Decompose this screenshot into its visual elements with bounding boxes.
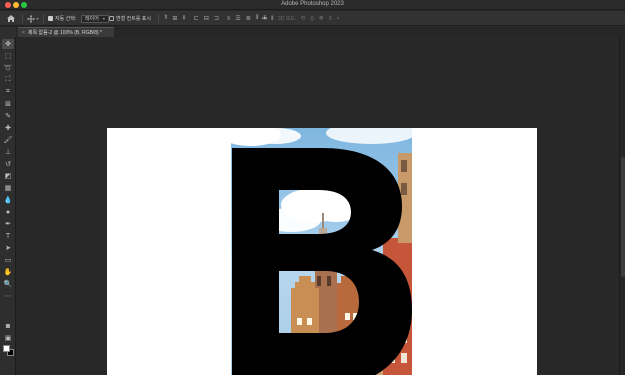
brush-tool-icon[interactable]: 🖌 (2, 135, 14, 145)
3d-slide-icon[interactable]: ⇕ (328, 15, 333, 22)
3d-roll-icon[interactable]: ◎ (309, 15, 314, 22)
align-right-icon[interactable]: ⊐ (214, 15, 219, 22)
3d-scale-icon[interactable]: ▪ (337, 16, 339, 22)
dodge-tool-icon[interactable]: ● (2, 207, 14, 217)
3d-pan-icon[interactable]: ✥ (319, 15, 324, 22)
close-tab-icon[interactable]: × (22, 30, 25, 36)
blur-tool-icon[interactable]: 💧 (2, 195, 14, 205)
chevron-down-icon: ▾ (36, 16, 39, 21)
eraser-tool-icon[interactable]: ◩ (2, 171, 14, 181)
distribute-vertical-icon[interactable]: ☰ (235, 15, 240, 22)
chevron-down-icon: ▾ (102, 16, 105, 21)
options-bar: ▾ 자동 선택: 레이어 ▾ 변형 컨트롤 표시 ⫪ ⊞ ⫫ ⊏ ⊟ ⊐ ≡ ☰… (0, 11, 625, 26)
auto-select-label: 자동 선택: (55, 16, 77, 22)
document-canvas[interactable] (107, 128, 537, 375)
distribute-right-icon[interactable]: ‖ (271, 16, 273, 22)
show-transform-checkbox[interactable] (109, 16, 114, 21)
align-buttons: ⫪ ⊞ ⫫ ⊏ ⊟ ⊐ ≡ ☰ ≣ ⫴ ⫵ ‖ (164, 11, 274, 26)
foreground-color-swatch[interactable] (3, 345, 10, 352)
app-title: Adobe Photoshop 2023 (281, 1, 344, 7)
crop-tool-icon[interactable]: ⌗ (2, 87, 14, 97)
home-icon[interactable] (5, 11, 17, 26)
eyedropper-tool-icon[interactable]: ✎ (2, 111, 14, 121)
toolbar-grip[interactable] (0, 27, 16, 37)
auto-select-option[interactable]: 자동 선택: (48, 11, 76, 26)
gradient-tool-icon[interactable]: ▦ (2, 183, 14, 193)
auto-select-dropdown[interactable]: 레이어 ▾ (81, 14, 109, 23)
3d-mode-group: 3D 모드: ⟲ ◎ ✥ ⇕ ▪ (278, 11, 339, 26)
letter-b-shape (232, 148, 412, 375)
type-tool-icon[interactable]: T (2, 231, 14, 241)
object-select-tool-icon[interactable]: ⛶ (2, 75, 14, 85)
quick-mask-icon[interactable]: ◙ (2, 321, 14, 331)
3d-mode-label: 3D 모드: (278, 16, 297, 22)
auto-select-value: 레이어 (85, 16, 99, 22)
screen-mode-icon[interactable]: ▣ (2, 333, 14, 343)
distribute-bottom-icon[interactable]: ≣ (246, 15, 251, 22)
move-tool-icon[interactable]: ✥ (2, 39, 14, 49)
frame-tool-icon[interactable]: ⊠ (2, 99, 14, 109)
scrollbar-thumb[interactable] (621, 157, 625, 277)
healing-brush-tool-icon[interactable]: ✚ (2, 123, 14, 133)
history-brush-tool-icon[interactable]: ↺ (2, 159, 14, 169)
move-tool-preset-icon[interactable]: ▾ (27, 11, 39, 26)
align-top-icon[interactable]: ⫪ (164, 15, 167, 22)
marquee-tool-icon[interactable]: ⬚ (2, 51, 14, 61)
title-bar: Adobe Photoshop 2023 (0, 0, 625, 10)
more-tools-icon[interactable]: ⋯ (2, 291, 14, 301)
more-options-button[interactable]: ••• (262, 11, 267, 26)
distribute-left-icon[interactable]: ⫴ (256, 15, 259, 22)
auto-select-checkbox[interactable] (48, 16, 53, 21)
3d-rotate-icon[interactable]: ⟲ (300, 15, 305, 22)
document-tab-bar: × 제목 없음-2 @ 100% (B, RGB/8) * (18, 27, 625, 37)
more-options-label: ••• (262, 15, 268, 22)
document-tab-label: 제목 없음-2 @ 100% (B, RGB/8) * (27, 30, 102, 36)
pen-tool-icon[interactable]: ✒ (2, 219, 14, 229)
distribute-top-icon[interactable]: ≡ (227, 16, 231, 22)
zoom-tool-icon[interactable]: 🔍 (2, 279, 14, 289)
align-vertical-center-icon[interactable]: ⊞ (172, 15, 177, 22)
clone-stamp-tool-icon[interactable]: ⊥ (2, 147, 14, 157)
tools-panel: ✥ ⬚ ➰ ⛶ ⌗ ⊠ ✎ ✚ 🖌 ⊥ ↺ ◩ ▦ 💧 ● ✒ T ➤ ▭ ✋ … (0, 37, 16, 375)
hand-tool-icon[interactable]: ✋ (2, 267, 14, 277)
document-tab[interactable]: × 제목 없음-2 @ 100% (B, RGB/8) * (18, 27, 114, 37)
show-transform-label: 변형 컨트롤 표시 (116, 16, 151, 22)
align-left-icon[interactable]: ⊏ (194, 15, 199, 22)
show-transform-option[interactable]: 변형 컨트롤 표시 (109, 11, 151, 26)
vertical-scrollbar[interactable] (619, 37, 625, 375)
path-selection-tool-icon[interactable]: ➤ (2, 243, 14, 253)
align-bottom-icon[interactable]: ⫫ (182, 15, 185, 22)
lasso-tool-icon[interactable]: ➰ (2, 63, 14, 73)
rectangle-tool-icon[interactable]: ▭ (2, 255, 14, 265)
align-horizontal-center-icon[interactable]: ⊟ (204, 15, 209, 22)
